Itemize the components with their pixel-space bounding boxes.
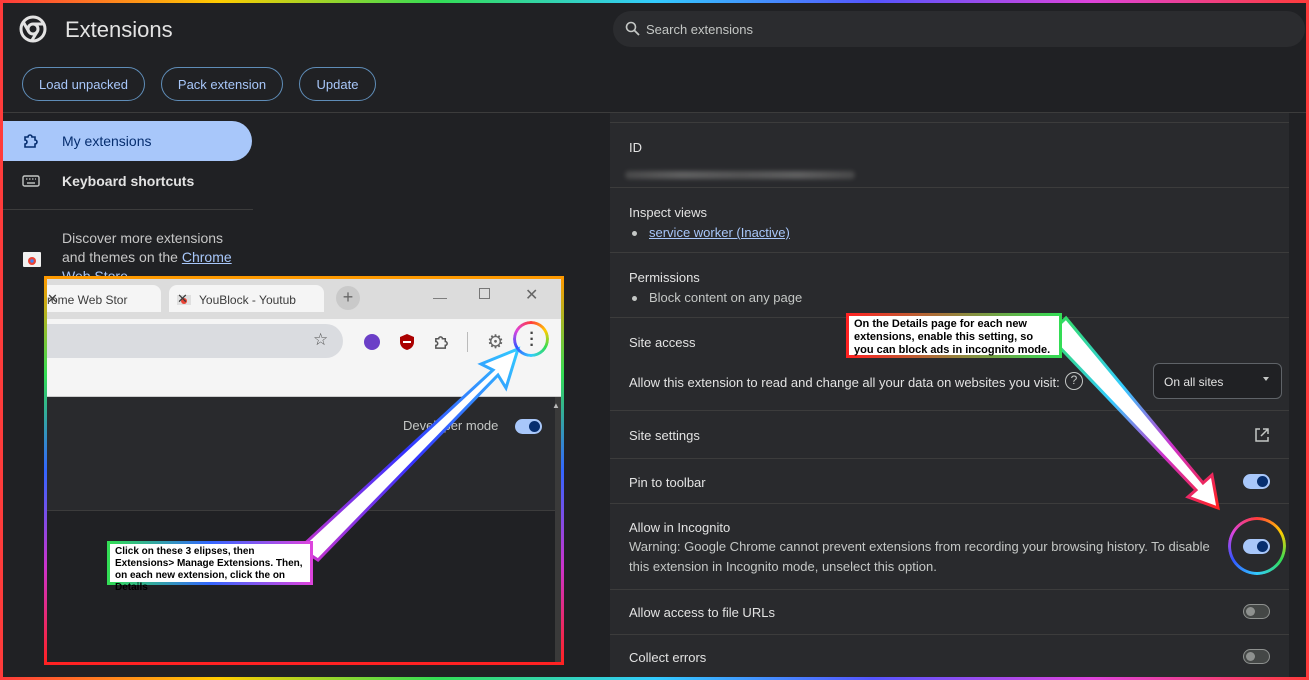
site-access-description: Allow this extension to read and change … — [629, 375, 1060, 390]
ublock-shield-icon — [400, 334, 414, 350]
window-close-icon: ✕ — [525, 287, 539, 304]
inset-tab-strip: rome Web Stor ✕ YouBlock - Youtub ✕ + — ✕ — [47, 279, 561, 319]
dropdown-arrow-icon — [1263, 377, 1269, 381]
service-worker-link[interactable]: service worker (Inactive) — [649, 225, 790, 240]
extension-icon-shield-purple — [364, 334, 380, 350]
callout-instructions-incognito: On the Details page for each new extensi… — [846, 313, 1062, 358]
sidebar-item-label: My extensions — [62, 133, 152, 149]
sidebar-item-label: Keyboard shortcuts — [62, 173, 195, 189]
page-title: Extensions — [65, 17, 173, 42]
inset-tab-youblock: YouBlock - Youtub ✕ — [169, 285, 324, 312]
id-row: ID — [610, 123, 1289, 188]
collect-errors-toggle[interactable] — [1243, 649, 1270, 664]
file-urls-toggle[interactable] — [1243, 604, 1270, 619]
site-access-label: Site access — [629, 335, 696, 350]
permissions-label: Permissions — [629, 270, 700, 285]
callout-instructions-menu: Click on these 3 elipses, then Extension… — [107, 541, 313, 593]
extension-details-panel: ID Inspect views service worker (Inactiv… — [610, 113, 1289, 680]
chrome-logo-icon — [19, 15, 47, 43]
search-icon — [625, 21, 640, 36]
bookmark-star-icon: ☆ — [313, 330, 329, 349]
sidebar-item-keyboard-shortcuts[interactable]: Keyboard shortcuts — [3, 161, 252, 201]
file-urls-label: Allow access to file URLs — [629, 605, 775, 620]
id-label: ID — [629, 140, 642, 155]
developer-mode-toggle — [515, 419, 542, 434]
extension-id-value-blurred — [625, 171, 855, 179]
open-in-new-icon[interactable] — [1254, 427, 1270, 443]
keyboard-icon — [22, 175, 40, 187]
new-tab-icon: + — [336, 286, 360, 310]
inset-scrollbar: ▲ — [552, 397, 561, 662]
chrome-web-store-icon — [23, 252, 41, 267]
load-unpacked-button[interactable]: Load unpacked — [22, 67, 145, 101]
permissions-row: Permissions Block content on any page — [610, 253, 1289, 318]
search-placeholder: Search extensions — [646, 22, 753, 37]
minimize-icon: — — [433, 289, 447, 305]
sidebar-divider — [3, 209, 253, 210]
allow-incognito-label: Allow in Incognito — [629, 520, 731, 535]
site-access-value: On all sites — [1164, 375, 1224, 389]
developer-mode-label: Developer mode — [403, 418, 499, 433]
site-settings-label: Site settings — [629, 428, 700, 443]
extensions-puzzle-icon — [435, 336, 448, 349]
scroll-up-arrow-icon: ▲ — [552, 401, 560, 410]
pin-toolbar-toggle[interactable] — [1243, 474, 1270, 489]
close-tab-icon: ✕ — [47, 291, 58, 306]
settings-gear-icon: ⚙ — [487, 332, 505, 353]
inset-dev-header: Developer mode — [47, 397, 555, 511]
pin-toolbar-row: Pin to toolbar — [610, 459, 1289, 504]
pin-toolbar-label: Pin to toolbar — [629, 475, 706, 490]
details-top-row — [610, 113, 1289, 123]
close-tab-icon: ✕ — [177, 291, 188, 306]
inspect-view-item: service worker (Inactive) — [632, 225, 790, 240]
permission-item: Block content on any page — [631, 290, 802, 305]
update-button[interactable]: Update — [299, 67, 376, 101]
inset-browser-screenshot: rome Web Stor ✕ YouBlock - Youtub ✕ + — ✕ … — [44, 276, 564, 665]
file-urls-row: Allow access to file URLs — [610, 590, 1289, 635]
incognito-warning: Warning: Google Chrome cannot prevent ex… — [629, 539, 1210, 574]
search-input[interactable]: Search extensions — [613, 11, 1305, 47]
pack-extension-button[interactable]: Pack extension — [161, 67, 283, 101]
site-access-select[interactable]: On all sites — [1153, 363, 1282, 399]
toolbar-divider — [467, 332, 468, 352]
inspect-views-label: Inspect views — [629, 205, 708, 220]
collect-errors-label: Collect errors — [629, 650, 707, 665]
inspect-views-row: Inspect views service worker (Inactive) — [610, 188, 1289, 253]
sidebar-item-my-extensions[interactable]: My extensions — [3, 121, 252, 161]
highlight-ring-menu — [513, 321, 549, 357]
top-bar: Extensions Search extensions Load unpack… — [3, 3, 1306, 113]
allow-incognito-row: Allow in Incognito Warning: Google Chrom… — [610, 504, 1289, 590]
site-settings-row[interactable]: Site settings — [610, 411, 1289, 459]
help-icon[interactable]: ? — [1065, 372, 1083, 390]
inset-tab-web-store: rome Web Stor ✕ — [47, 285, 161, 312]
inset-toolbar: ☆ ⚙ ··· — [47, 319, 561, 397]
extension-puzzle-icon — [24, 134, 38, 148]
highlight-ring-incognito — [1228, 517, 1286, 575]
restore-icon — [479, 288, 490, 299]
collect-errors-row: Collect errors — [610, 635, 1289, 680]
inset-address-bar: ☆ — [47, 324, 343, 358]
